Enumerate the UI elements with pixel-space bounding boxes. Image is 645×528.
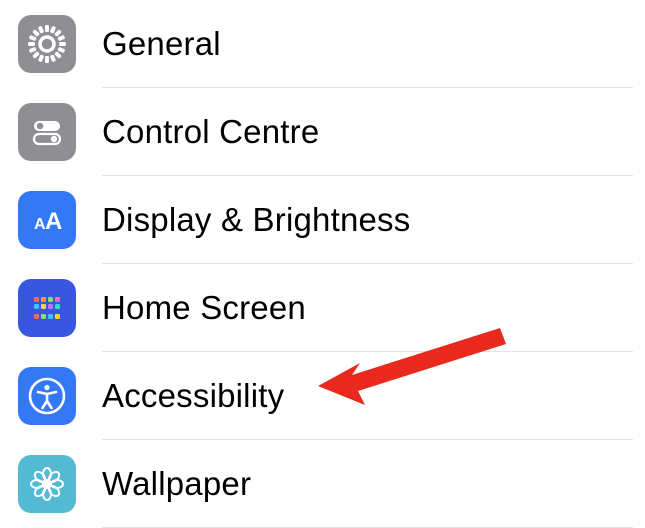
app-grid-icon [18,279,76,337]
settings-row-label: Home Screen [102,289,306,327]
settings-list: General Control Centre A A Display & Bri… [0,0,645,528]
settings-row-control-centre[interactable]: Control Centre [0,88,645,176]
accessibility-icon [18,367,76,425]
settings-row-wallpaper[interactable]: Wallpaper [0,440,645,528]
text-size-icon: A A [18,191,76,249]
flower-icon [18,455,76,513]
settings-row-accessibility[interactable]: Accessibility [0,352,645,440]
settings-row-label: General [102,25,221,63]
settings-row-label: Accessibility [102,377,284,415]
settings-row-label: Display & Brightness [102,201,410,239]
svg-text:A: A [45,208,62,235]
settings-row-label: Wallpaper [102,465,251,503]
settings-row-display-brightness[interactable]: A A Display & Brightness [0,176,645,264]
settings-row-label: Control Centre [102,113,319,151]
gear-icon [18,15,76,73]
toggles-icon [18,103,76,161]
settings-row-general[interactable]: General [0,0,645,88]
settings-row-home-screen[interactable]: Home Screen [0,264,645,352]
